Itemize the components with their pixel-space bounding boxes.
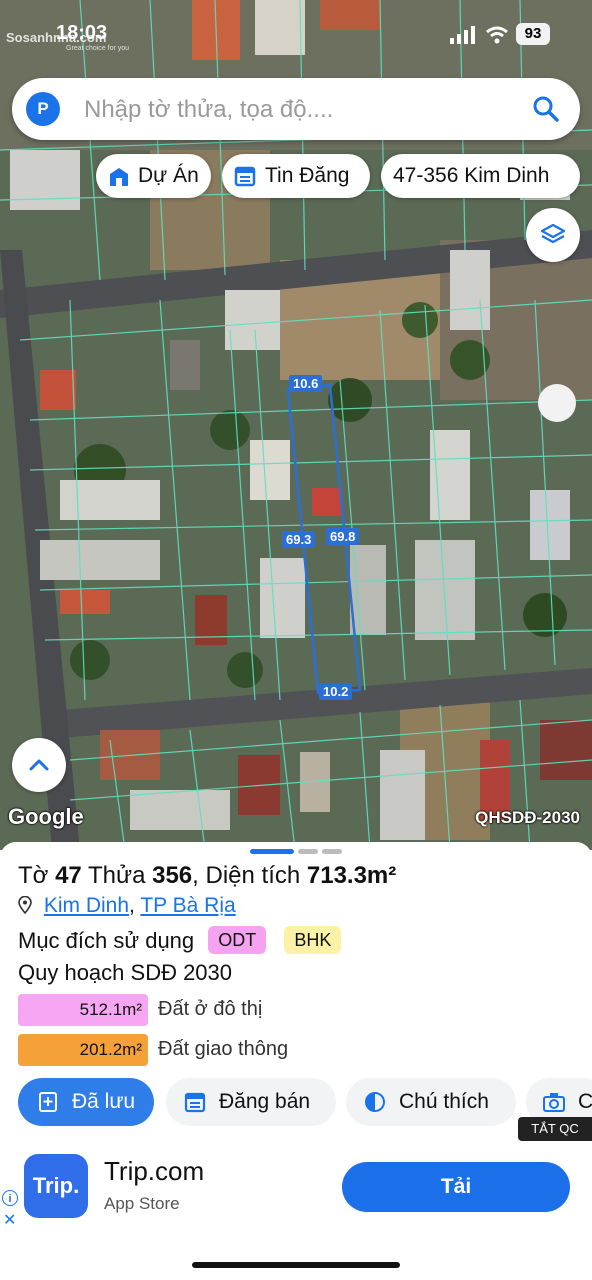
search-input[interactable] bbox=[82, 90, 506, 130]
wifi-icon bbox=[486, 26, 508, 44]
area-value: 713.3m² bbox=[306, 862, 397, 889]
ad-close-icon[interactable]: ✕ bbox=[3, 1210, 16, 1230]
edge-length-top: 10.6 bbox=[289, 375, 323, 392]
post-sale-button-label: Đăng bán bbox=[219, 1090, 311, 1113]
home-indicator[interactable] bbox=[192, 1262, 400, 1268]
edge-length-bottom: 10.2 bbox=[319, 683, 353, 700]
usage-label: Mục đích sử dụng bbox=[18, 928, 195, 953]
chip-tin-dang-label: Tin Đăng bbox=[265, 164, 350, 187]
search-bar[interactable]: P bbox=[12, 78, 580, 140]
calendar-icon bbox=[234, 166, 256, 187]
camera-icon bbox=[543, 1093, 565, 1112]
status-bar: 18:03 93 bbox=[0, 18, 592, 52]
chip-du-an-label: Dự Án bbox=[138, 164, 199, 187]
location-pin-icon bbox=[18, 895, 32, 915]
battery-indicator: 93 bbox=[516, 23, 550, 45]
city-link[interactable]: TP Bà Rịa bbox=[140, 894, 235, 917]
breakdown-area-traffic: 201.2m² bbox=[18, 1034, 148, 1066]
chip-parcel-id-label: 47-356 Kim Dinh bbox=[393, 164, 550, 187]
map-view[interactable]: 10.6 69.3 69.8 10.2 Sosanhnha.com Great … bbox=[0, 0, 592, 850]
half-circle-icon bbox=[365, 1092, 385, 1112]
expand-up-button[interactable] bbox=[12, 738, 66, 792]
breakdown-label-urban: Đất ở đô thị bbox=[158, 998, 263, 1020]
ad-app-name: Trip.com bbox=[104, 1156, 205, 1186]
sheet-label: Tờ bbox=[18, 862, 49, 889]
signal-icon bbox=[450, 26, 475, 44]
edge-length-left: 69.3 bbox=[282, 531, 316, 548]
app-logo[interactable]: P bbox=[26, 92, 60, 126]
hide-ads-button[interactable]: TẮT QC bbox=[518, 1117, 592, 1141]
legend-button[interactable]: Chú thích bbox=[346, 1078, 516, 1126]
saved-button-label: Đã lưu bbox=[72, 1090, 136, 1113]
plot-number: 356 bbox=[152, 862, 193, 889]
usage-tag-odt: ODT bbox=[208, 926, 267, 954]
chevron-up-icon bbox=[29, 759, 49, 771]
bookmark-icon bbox=[39, 1092, 57, 1112]
parcel-location: Kim Dinh, TP Bà Rịa bbox=[18, 894, 236, 918]
breakdown-label-traffic: Đất giao thông bbox=[158, 1038, 289, 1060]
pager-dot[interactable] bbox=[298, 849, 318, 854]
saved-button[interactable]: Đã lưu bbox=[18, 1078, 154, 1126]
building-icon bbox=[110, 168, 128, 186]
status-time: 18:03 bbox=[56, 22, 108, 44]
ad-banner[interactable]: i ✕ Trip. Trip.com App Store Tải bbox=[0, 1142, 592, 1238]
chip-tin-dang[interactable]: Tin Đăng bbox=[222, 154, 370, 198]
plan-label: Quy hoạch SDĐ 2030 bbox=[18, 960, 233, 985]
legend-button-label: Chú thích bbox=[399, 1090, 489, 1113]
usage-tag-bhk: BHK bbox=[284, 926, 342, 954]
parcel-info-sheet: Tờ 47 Thửa 356, Diện tích 713.3m² Kim Di… bbox=[0, 842, 592, 1142]
breakdown-area-urban: 512.1m² bbox=[18, 994, 148, 1026]
plot-label: Thửa bbox=[88, 862, 146, 889]
ad-info-icon[interactable]: i bbox=[2, 1190, 18, 1206]
drag-handle[interactable] bbox=[538, 384, 576, 422]
pager-dot[interactable] bbox=[322, 849, 342, 854]
chip-du-an[interactable]: Dự Án bbox=[96, 154, 211, 198]
pager-dot-active[interactable] bbox=[250, 849, 294, 854]
post-sale-button[interactable]: Đăng bán bbox=[166, 1078, 336, 1126]
ward-link[interactable]: Kim Dinh bbox=[44, 894, 129, 917]
chip-parcel-id[interactable]: 47-356 Kim Dinh bbox=[381, 154, 580, 198]
google-attribution: Google bbox=[8, 804, 84, 829]
search-icon[interactable] bbox=[532, 95, 560, 123]
area-label: , Diện tích bbox=[192, 862, 301, 889]
parcel-title: Tờ 47 Thửa 356, Diện tích 713.3m² bbox=[18, 862, 396, 890]
sheet-number: 47 bbox=[55, 862, 82, 889]
layers-button[interactable] bbox=[526, 208, 580, 262]
ad-store-name: App Store bbox=[104, 1194, 180, 1213]
usage-row: Mục đích sử dụng ODT BHK bbox=[18, 926, 342, 954]
trip-logo: Trip. bbox=[24, 1154, 88, 1218]
edge-length-right: 69.8 bbox=[326, 528, 360, 545]
layers-icon bbox=[540, 223, 566, 244]
ad-install-button[interactable]: Tải bbox=[342, 1162, 570, 1212]
calendar-icon bbox=[184, 1092, 206, 1113]
layer-name: QHSDĐ-2030 bbox=[475, 808, 580, 827]
